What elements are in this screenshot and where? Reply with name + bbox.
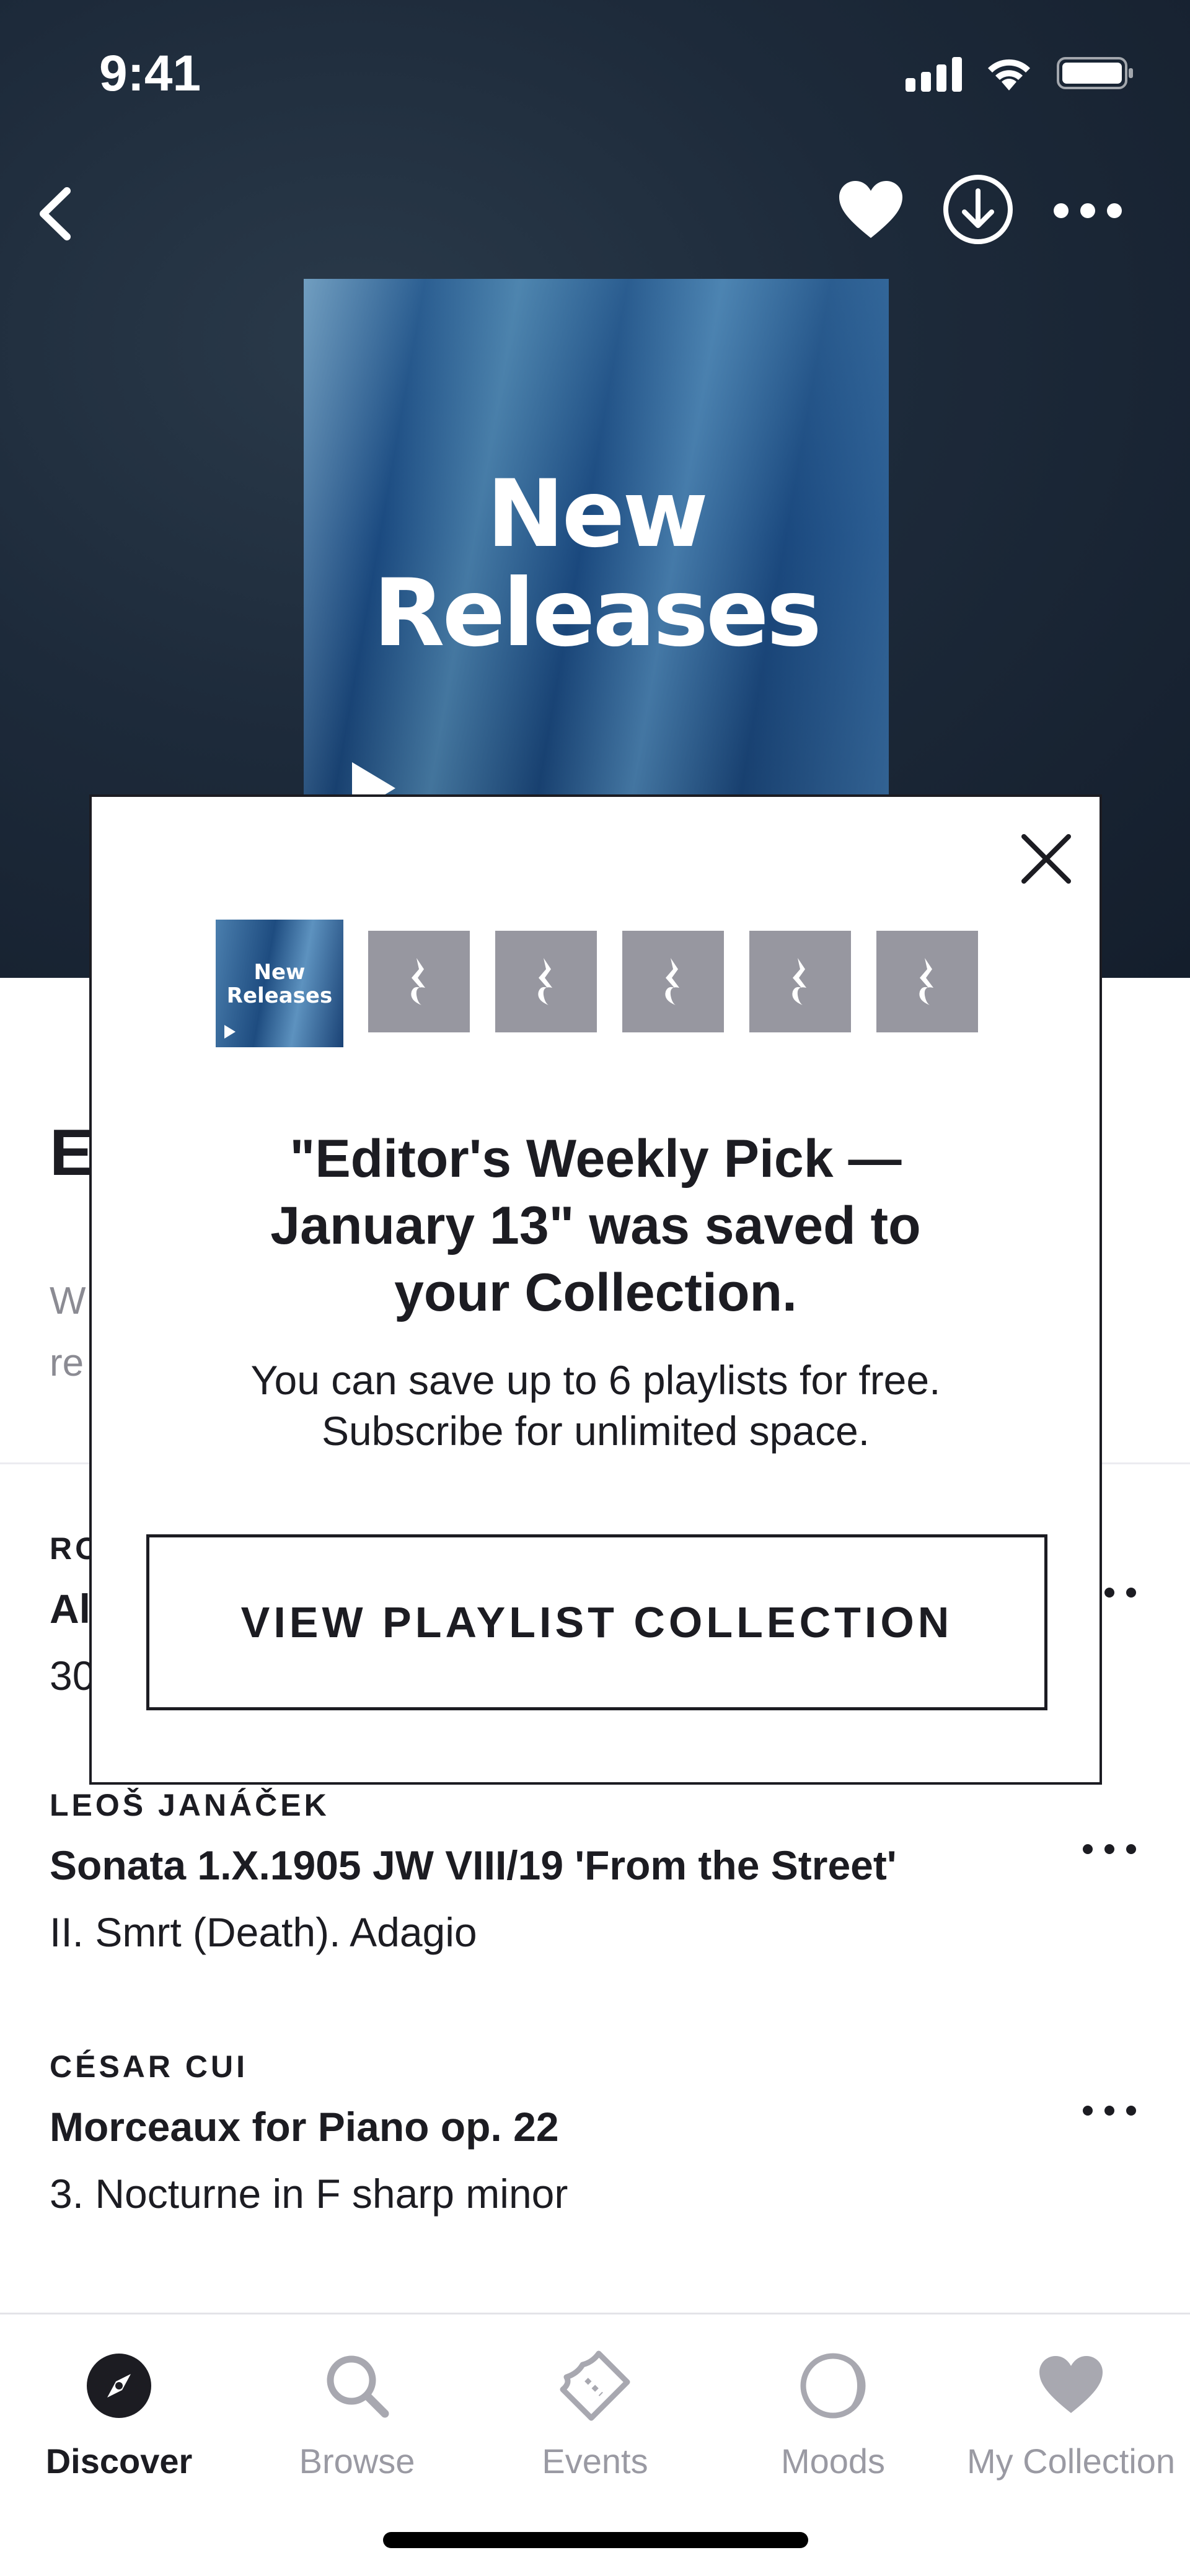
moon-icon bbox=[800, 2353, 866, 2419]
modal-title-line: your Collection. bbox=[394, 1263, 797, 1322]
empty-slot bbox=[495, 931, 597, 1032]
quarter-rest-icon bbox=[792, 958, 806, 1005]
tab-label: Browse bbox=[299, 2442, 415, 2481]
tab-my-collection[interactable]: My Collection bbox=[952, 2345, 1190, 2481]
track-movement: II. Smrt (Death). Adagio bbox=[50, 1909, 477, 1955]
thumbnail-title-line: New bbox=[253, 960, 306, 985]
empty-slot bbox=[749, 931, 851, 1032]
playlist-title: E bbox=[50, 1116, 94, 1189]
back-button[interactable] bbox=[19, 180, 87, 248]
empty-slot bbox=[876, 931, 978, 1032]
status-icons bbox=[906, 55, 1135, 92]
home-indicator bbox=[383, 2532, 808, 2548]
track-row[interactable]: LEOŠ JANÁČEK Sonata 1.X.1905 JW VIII/19 … bbox=[50, 1787, 1140, 1956]
track-composer: CÉSAR CUI bbox=[50, 2049, 249, 2084]
battery-icon bbox=[1057, 57, 1133, 89]
track-row[interactable]: CÉSAR CUI Morceaux for Piano op. 22 3. N… bbox=[50, 2049, 1140, 2217]
play-icon bbox=[224, 1025, 236, 1039]
more-options-button[interactable] bbox=[1047, 186, 1128, 235]
track-work: Morceaux for Piano op. 22 bbox=[50, 2104, 559, 2150]
quarter-rest-icon bbox=[665, 958, 679, 1005]
playlist-cover-art: New Releases bbox=[304, 279, 889, 797]
tab-discover[interactable]: Discover bbox=[0, 2345, 238, 2481]
modal-body: You can save up to 6 playlists for free.… bbox=[129, 1355, 1062, 1456]
collection-slots: New Releases bbox=[216, 920, 984, 1047]
tab-label: Events bbox=[542, 2442, 648, 2481]
quarter-rest-icon bbox=[411, 958, 425, 1005]
modal-title-line: January 13" was saved to bbox=[270, 1196, 921, 1255]
modal-body-line: Subscribe for unlimited space. bbox=[321, 1408, 870, 1454]
download-button[interactable] bbox=[942, 174, 1014, 245]
play-icon[interactable] bbox=[352, 762, 395, 797]
track-work: Sonata 1.X.1905 JW VIII/19 'From the Str… bbox=[50, 1842, 897, 1888]
saved-playlist-thumbnail: New Releases bbox=[216, 920, 343, 1047]
status-bar: 9:41 bbox=[0, 0, 1190, 149]
compass-icon bbox=[87, 2354, 151, 2418]
status-time: 9:41 bbox=[99, 45, 201, 102]
track-more-button[interactable] bbox=[1078, 2098, 1140, 2123]
modal-title-line: "Editor's Weekly Pick — bbox=[289, 1129, 902, 1189]
tab-label: Moods bbox=[780, 2442, 886, 2481]
tab-browse[interactable]: Browse bbox=[238, 2345, 476, 2481]
tab-label: Discover bbox=[45, 2442, 193, 2481]
wifi-icon bbox=[988, 59, 1030, 90]
tab-label: My Collection bbox=[966, 2442, 1176, 2481]
empty-slot bbox=[622, 931, 724, 1032]
cover-title-line: New bbox=[487, 460, 708, 568]
empty-slot bbox=[368, 931, 470, 1032]
modal-title: "Editor's Weekly Pick — January 13" was … bbox=[129, 1125, 1062, 1326]
search-icon bbox=[327, 2355, 389, 2418]
tab-moods[interactable]: Moods bbox=[714, 2345, 952, 2481]
saved-to-collection-modal: New Releases "Editor's Weekly Pick — Jan… bbox=[89, 794, 1102, 1785]
thumbnail-title-line: Releases bbox=[226, 983, 333, 1008]
cover-title-line: Releases bbox=[373, 560, 822, 667]
view-playlist-collection-button[interactable]: VIEW PLAYLIST COLLECTION bbox=[146, 1534, 1047, 1710]
tab-events[interactable]: Events bbox=[476, 2345, 714, 2481]
ticket-icon bbox=[560, 2350, 630, 2421]
quarter-rest-icon bbox=[538, 958, 552, 1005]
close-button[interactable] bbox=[1009, 822, 1083, 896]
cover-title: New Releases bbox=[304, 465, 889, 663]
modal-body-line: You can save up to 6 playlists for free. bbox=[250, 1357, 941, 1403]
favorite-heart-button[interactable] bbox=[837, 180, 905, 242]
heart-icon bbox=[1039, 2356, 1103, 2413]
track-composer: LEOŠ JANÁČEK bbox=[50, 1788, 330, 1822]
track-movement: 3. Nocturne in F sharp minor bbox=[50, 2171, 568, 2217]
track-more-button[interactable] bbox=[1078, 1837, 1140, 1862]
cellular-signal-icon bbox=[906, 55, 962, 92]
quarter-rest-icon bbox=[919, 958, 933, 1005]
